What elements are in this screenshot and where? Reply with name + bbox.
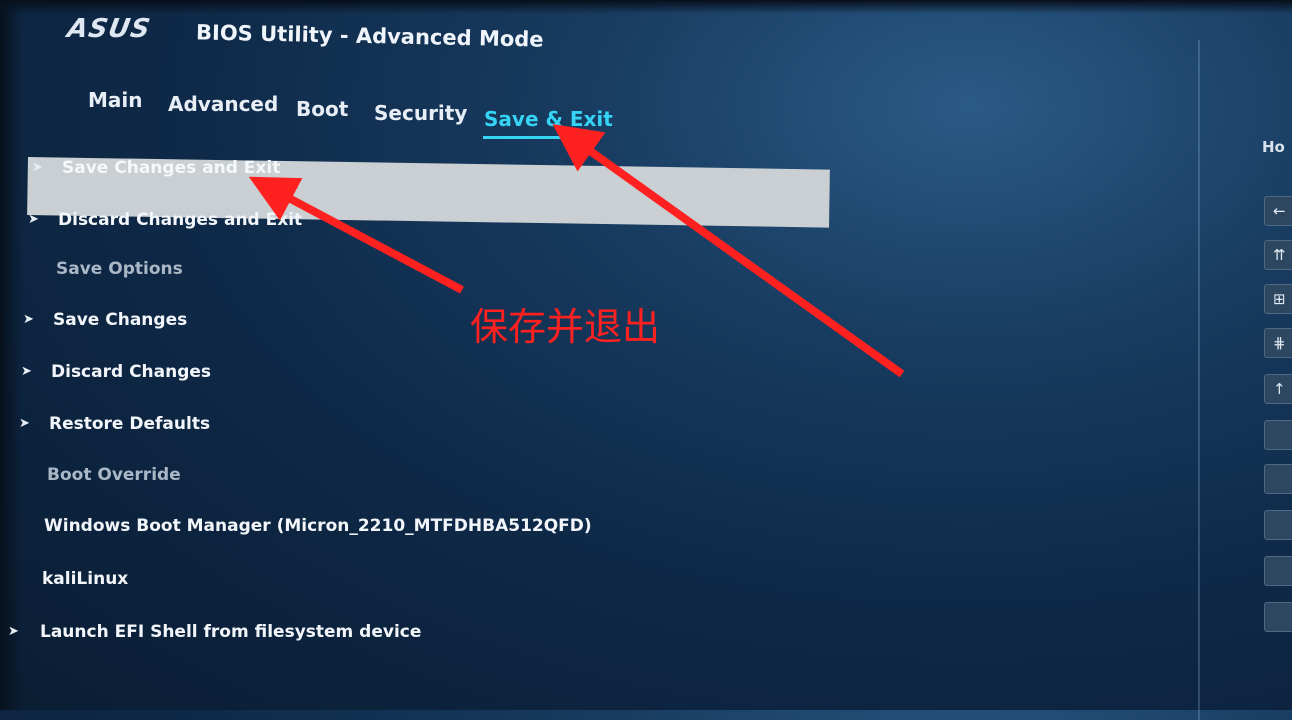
annotation-arrows bbox=[248, 124, 905, 378]
annotation-label: 保存并退出 bbox=[470, 305, 661, 349]
arrow-to-save-changes-and-exit bbox=[248, 176, 464, 294]
